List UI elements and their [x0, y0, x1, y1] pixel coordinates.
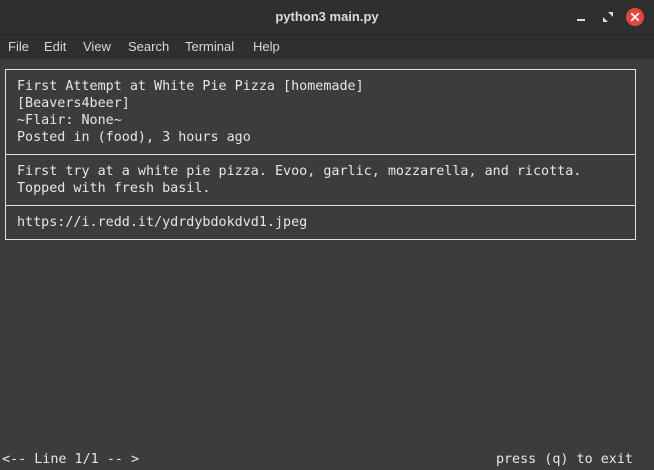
terminal-window: python3 main.py File Edit View Search Te…: [0, 0, 654, 470]
post-flair: ~Flair: None~: [17, 113, 122, 128]
post-link-panel: https://i.redd.it/ydrdybdokdvd1.jpeg: [5, 205, 636, 240]
menu-search[interactable]: Search: [128, 39, 169, 54]
menu-bar: File Edit View Search Terminal Help: [0, 35, 654, 59]
close-button[interactable]: [626, 8, 644, 26]
post-meta: Posted in (food), 3 hours ago: [17, 130, 251, 145]
post-author: [Beavers4beer]: [17, 96, 130, 111]
close-icon: [626, 8, 644, 26]
terminal-output[interactable]: First Attempt at White Pie Pizza [homema…: [0, 60, 654, 470]
minimize-icon: [577, 19, 585, 21]
post-link[interactable]: https://i.redd.it/ydrdybdokdvd1.jpeg: [17, 214, 307, 231]
scrollbar[interactable]: [646, 60, 654, 470]
menu-terminal[interactable]: Terminal: [185, 39, 234, 54]
line-indicator: <-- Line 1/1 -- >: [2, 452, 140, 467]
menu-help[interactable]: Help: [253, 39, 280, 54]
title-bar[interactable]: python3 main.py: [0, 0, 654, 35]
exit-hint: press (q) to exit: [495, 452, 633, 467]
menu-edit[interactable]: Edit: [44, 39, 66, 54]
minimize-button[interactable]: [572, 8, 590, 26]
maximize-button[interactable]: [599, 8, 617, 26]
post-body-panel: First try at a white pie pizza. Evoo, ga…: [5, 154, 636, 206]
menu-view[interactable]: View: [83, 39, 111, 54]
post-header-panel: First Attempt at White Pie Pizza [homema…: [5, 69, 636, 155]
post-title: First Attempt at White Pie Pizza [homema…: [17, 79, 364, 94]
post-body-line-1: First try at a white pie pizza. Evoo, ga…: [17, 164, 582, 179]
menu-file[interactable]: File: [8, 39, 29, 54]
maximize-icon: [603, 12, 613, 22]
post-body-line-2: Topped with fresh basil.: [17, 181, 211, 196]
window-title: python3 main.py: [275, 9, 379, 24]
